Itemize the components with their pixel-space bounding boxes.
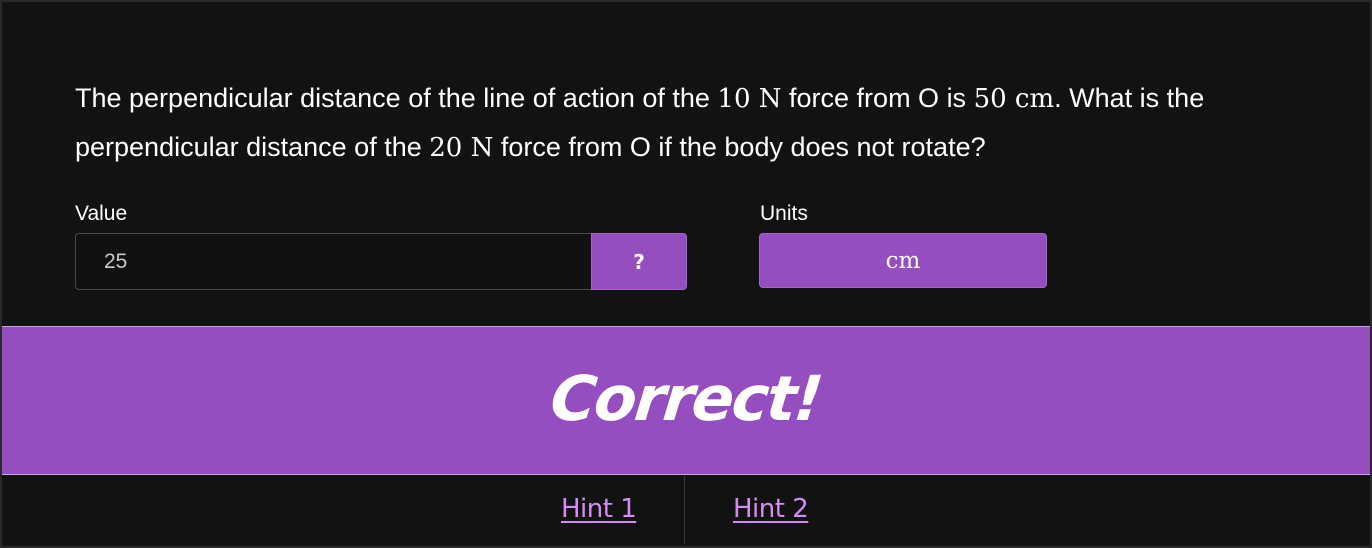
units-label: Units <box>760 202 808 225</box>
feedback-banner: Correct! <box>2 326 1370 475</box>
units-select[interactable]: cm <box>759 233 1047 288</box>
hint-2-link[interactable]: Hint 2 <box>733 494 809 524</box>
question-text-segment: The perpendicular distance of the line o… <box>75 83 718 113</box>
hints-bar <box>2 476 1370 546</box>
feedback-text: Correct! <box>547 362 825 435</box>
value-input[interactable] <box>75 233 592 290</box>
math-quantity: 20 N <box>429 133 494 163</box>
math-quantity: 50 cm <box>973 84 1055 114</box>
hint-1-link[interactable]: Hint 1 <box>561 494 637 524</box>
math-quantity: 10 N <box>717 84 782 114</box>
help-button[interactable]: ? <box>591 233 687 290</box>
question-text-segment: force from O if the body does not rotate… <box>493 132 986 162</box>
question-text-segment: force from O is <box>781 83 974 113</box>
question-text: The perpendicular distance of the line o… <box>75 74 1305 172</box>
hint-divider <box>684 476 685 544</box>
value-label: Value <box>75 202 128 225</box>
